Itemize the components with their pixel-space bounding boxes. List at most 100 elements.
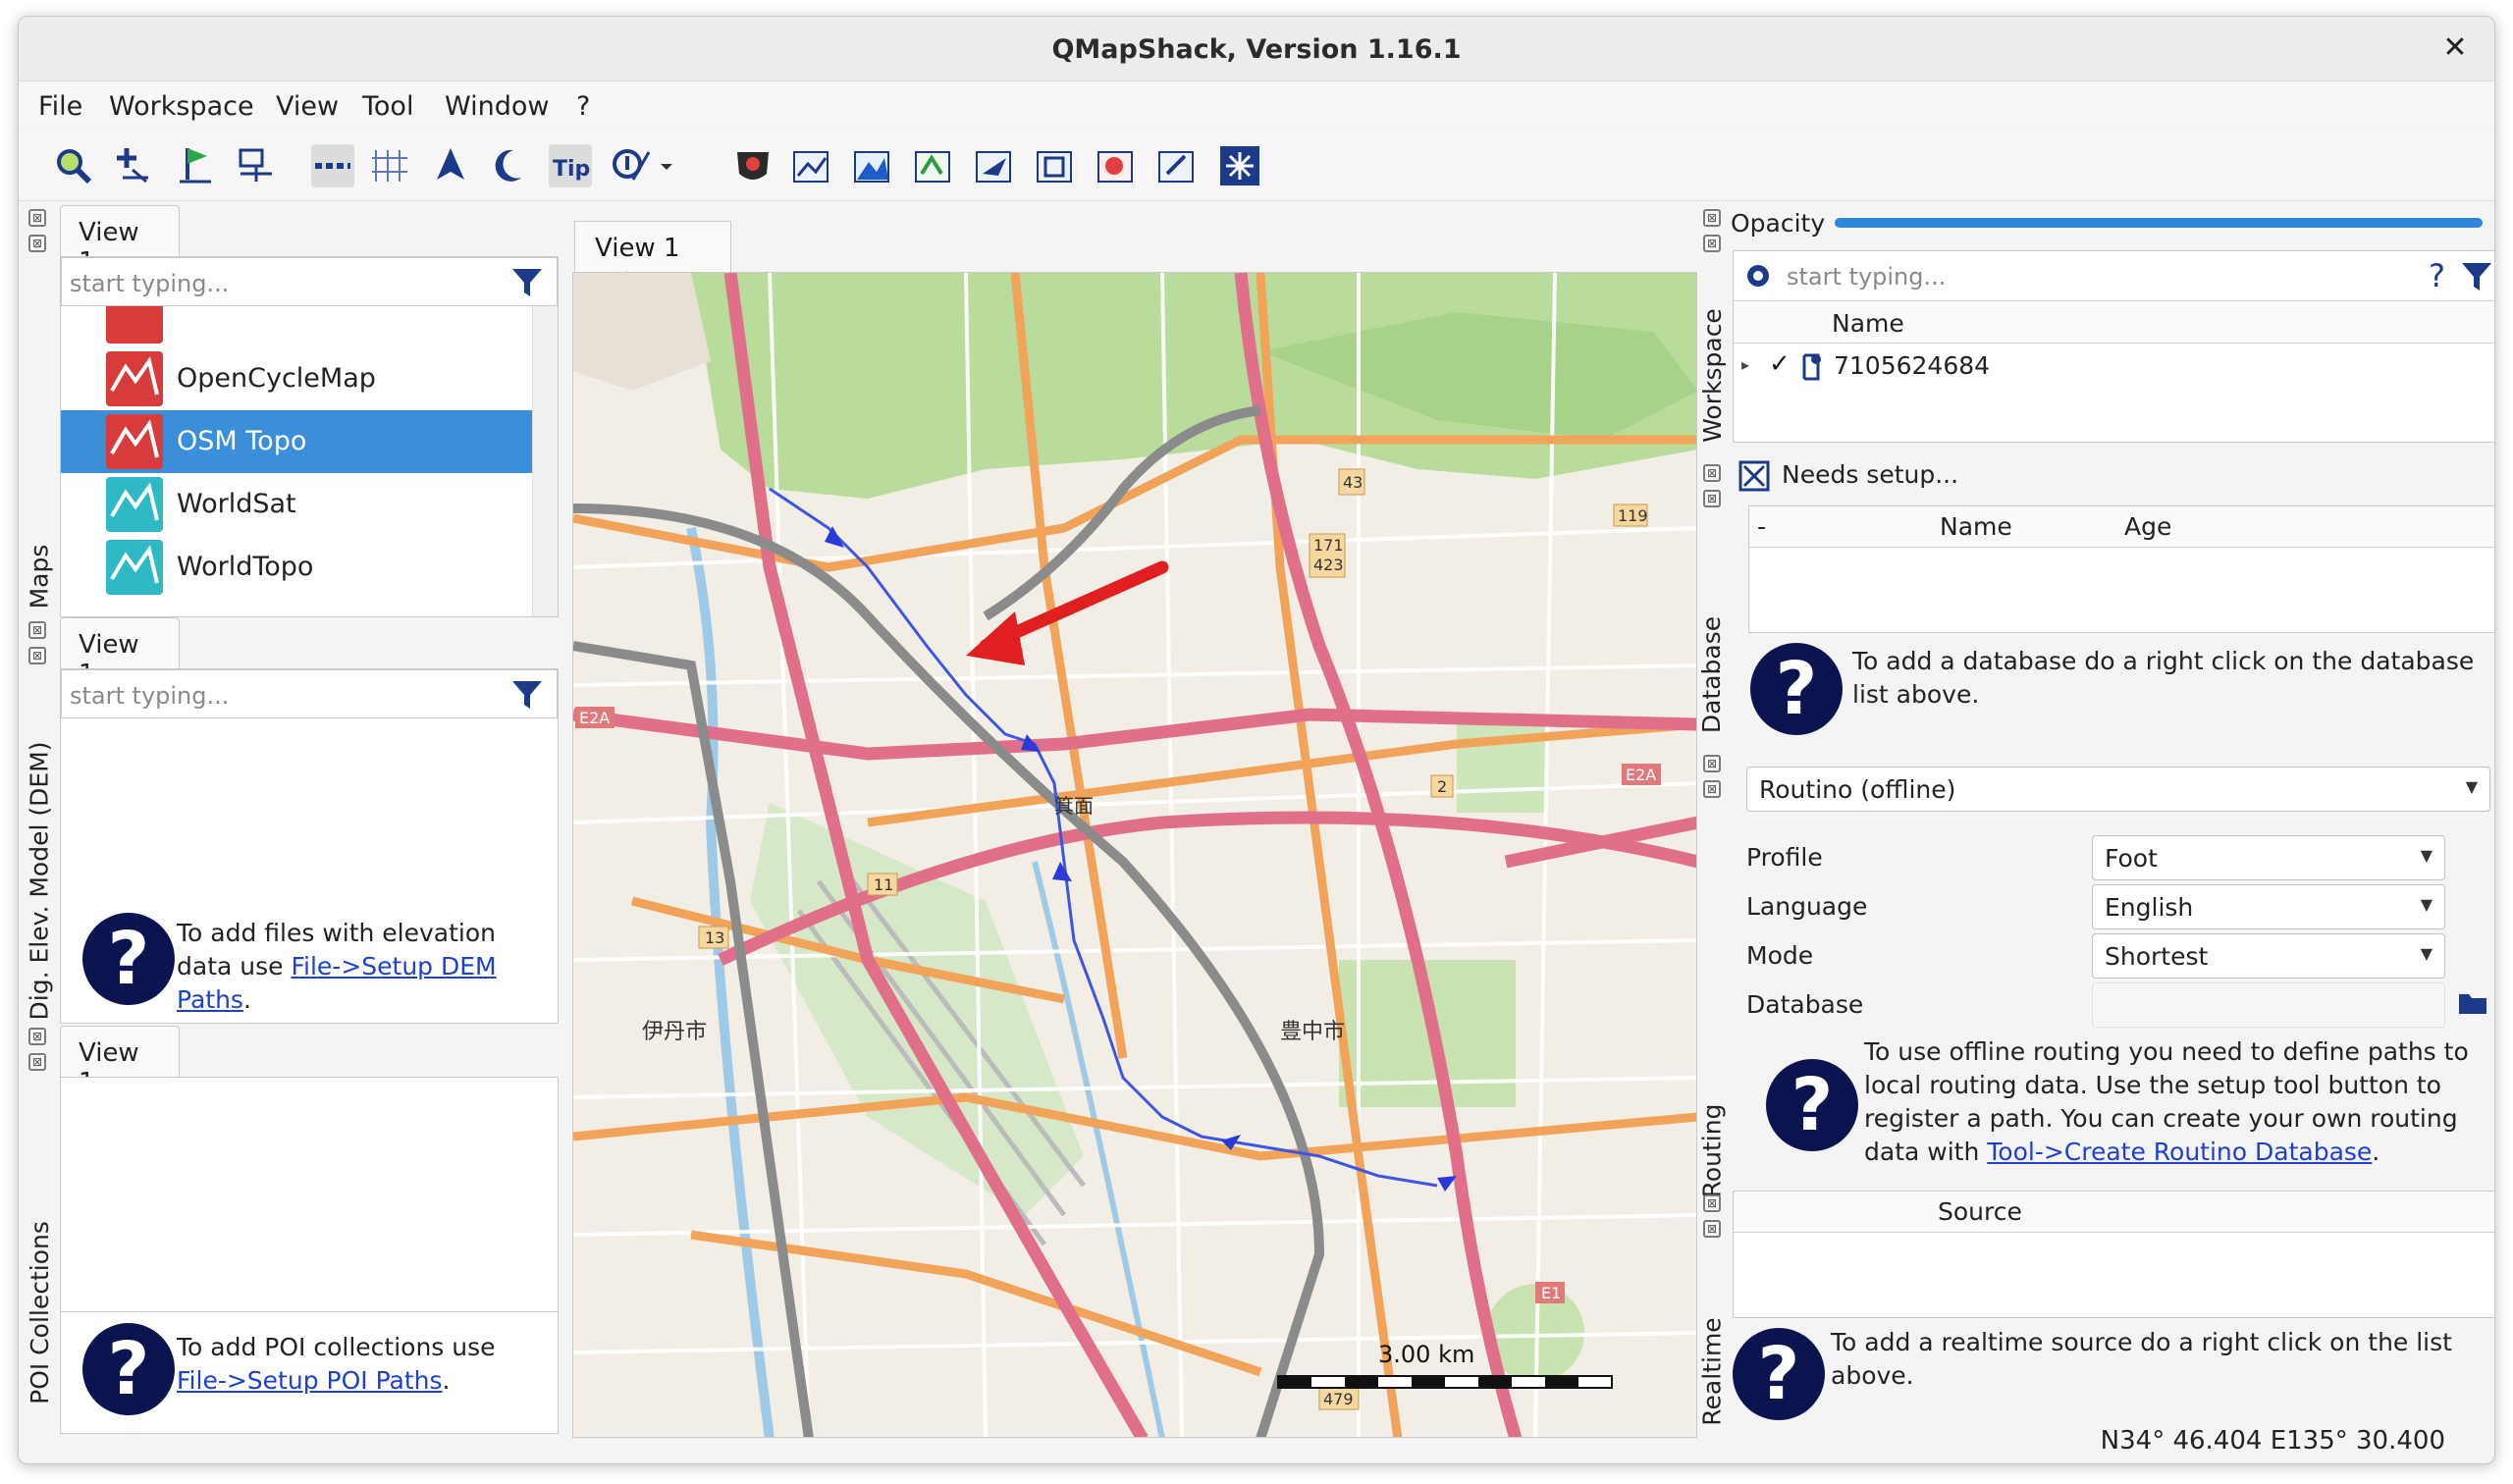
pointer-icon[interactable] <box>429 144 472 187</box>
toolbar: Tip <box>19 129 2494 201</box>
workspace-search-input[interactable]: start typing... <box>1779 251 2368 300</box>
database-dock-tab[interactable]: Database <box>1695 606 1729 743</box>
database-help-text: To add a database do a right click on th… <box>1852 647 2475 709</box>
dock-float-icon[interactable]: ⊠ <box>1703 209 1721 227</box>
realtime-icon[interactable] <box>1155 144 1199 187</box>
city-label-2: 豊中市 <box>1280 1020 1345 1044</box>
list-item-worldsat[interactable]: WorldSat <box>61 473 558 536</box>
gis-icon[interactable] <box>912 144 955 187</box>
maps-dock-tab[interactable]: Maps <box>23 478 56 674</box>
routing-engine-select[interactable]: Routino (offline) ▼ <box>1746 767 2490 812</box>
fullscreen-icon[interactable] <box>1218 144 1261 187</box>
dem-dock-tab[interactable]: Dig. Elev. Model (DEM) <box>23 723 56 1037</box>
poi-dock-tab[interactable]: POI Collections <box>23 1194 56 1430</box>
mode-select[interactable]: Shortest ▼ <box>2092 933 2445 979</box>
routing-dock-tab[interactable]: Routing <box>1695 1096 1729 1204</box>
dock-close-icon[interactable]: ⊠ <box>28 1053 46 1071</box>
map-drawing: 43 171423 119 E2A E2A 2 11 13 E1 479 伊丹市… <box>573 273 1696 1437</box>
checkbox[interactable]: ✓ <box>1769 349 1791 379</box>
track-profile-icon[interactable] <box>731 144 775 187</box>
dem-view-tab[interactable]: View 1 <box>60 617 180 689</box>
map-edit-icon[interactable] <box>790 144 833 187</box>
setup-poi-link[interactable]: File->Setup POI Paths <box>177 1366 443 1395</box>
route-2-label: 2 <box>1437 777 1447 796</box>
chevron-down-icon: ▼ <box>2420 944 2433 963</box>
database-col-name[interactable]: Name <box>1940 512 2012 541</box>
dock-float-icon[interactable]: ⊠ <box>1703 1194 1721 1212</box>
create-routino-link[interactable]: Tool->Create Routino Database <box>1987 1138 2372 1166</box>
dock-close-icon[interactable]: ⊠ <box>28 647 46 664</box>
dock-float-icon[interactable]: ⊠ <box>28 1028 46 1045</box>
map-icon <box>106 306 163 344</box>
menu-view[interactable]: View <box>276 91 339 122</box>
send-icon[interactable] <box>973 144 1016 187</box>
dock-float-icon[interactable]: ⊠ <box>1703 755 1721 772</box>
workspace-col-name[interactable]: Name <box>1832 309 1904 338</box>
map-canvas[interactable]: 43 171 423 119 E2A E2A 2 11 13 E1 479 伊丹市… <box>572 272 1697 1438</box>
list-item-worldtopo[interactable]: WorldTopo <box>61 536 558 599</box>
database-status-icon <box>1738 460 1770 492</box>
realtime-dock-tab[interactable]: Realtime <box>1695 1312 1729 1430</box>
maps-scrollbar[interactable] <box>532 306 558 616</box>
filter-icon[interactable] <box>2460 259 2493 292</box>
chevron-down-icon[interactable] <box>655 144 678 187</box>
workspace-row[interactable]: ▸ ✓ 7105624684 <box>1734 345 2494 389</box>
maps-view-tab[interactable]: View 1 <box>60 205 180 277</box>
dock-close-icon[interactable]: ⊠ <box>1703 490 1721 507</box>
add-track-icon[interactable] <box>235 144 278 187</box>
profile-select[interactable]: Foot ▼ <box>2092 835 2445 880</box>
menu-help[interactable]: ? <box>576 91 590 122</box>
dock-close-icon[interactable]: ⊠ <box>1703 1220 1721 1238</box>
dock-float-icon[interactable]: ⊠ <box>28 621 46 639</box>
help-glyph-icon[interactable]: ? <box>2429 257 2445 294</box>
close-icon[interactable]: ✕ <box>2437 30 2473 66</box>
opacity-slider[interactable] <box>1835 218 2483 228</box>
add-waypoint-icon[interactable] <box>113 144 156 187</box>
route-13-label: 13 <box>705 928 724 947</box>
menu-window[interactable]: Window <box>445 91 549 122</box>
database-list[interactable]: - Name Age <box>1748 505 2494 633</box>
chevron-down-icon: ▼ <box>2420 895 2433 914</box>
filter-icon[interactable] <box>510 265 544 298</box>
night-icon[interactable] <box>488 144 531 187</box>
dock-close-icon[interactable]: ⊠ <box>1703 235 1721 252</box>
status-coordinates: N34° 46.404 E135° 30.400 <box>2100 1426 2445 1456</box>
tooltip-icon[interactable]: Tip <box>549 144 592 187</box>
realtime-list[interactable]: Source <box>1733 1191 2494 1318</box>
route-479-label: 479 <box>1323 1390 1354 1408</box>
language-select[interactable]: English ▼ <box>2092 884 2445 929</box>
menu-workspace[interactable]: Workspace <box>109 91 254 122</box>
list-item-osm-topo[interactable]: OSM Topo <box>61 410 558 473</box>
dock-close-icon[interactable]: ⊠ <box>28 235 46 252</box>
database-col-age[interactable]: Age <box>2124 512 2171 541</box>
list-item-opencyclemap[interactable]: OpenCycleMap <box>61 347 558 410</box>
database-select[interactable] <box>2092 982 2445 1028</box>
help-icon: ? <box>82 1323 175 1415</box>
help-icon: ? <box>1750 643 1843 735</box>
add-route-icon[interactable] <box>174 144 217 187</box>
poi-panel: ? To add POI collections use File->Setup… <box>60 1077 559 1434</box>
grid-icon[interactable] <box>368 144 411 187</box>
search-icon <box>1747 265 1769 287</box>
dock-float-icon[interactable]: ⊠ <box>28 209 46 227</box>
menu-tool[interactable]: Tool <box>362 91 413 122</box>
ruler-icon[interactable] <box>311 144 354 187</box>
dem-icon[interactable] <box>851 144 894 187</box>
poi-view-tab[interactable]: View 1 <box>60 1026 180 1097</box>
device-icon[interactable] <box>1034 144 1077 187</box>
zoom-icon[interactable] <box>52 144 95 187</box>
workspace-icon[interactable] <box>1095 144 1138 187</box>
workspace-dock-tab[interactable]: Workspace <box>1695 301 1729 449</box>
menu-file[interactable]: File <box>38 91 82 122</box>
maps-search-input[interactable]: start typing... <box>61 257 558 306</box>
dem-search-input[interactable]: start typing... <box>61 669 558 718</box>
poi-icon[interactable] <box>610 144 653 187</box>
dock-float-icon[interactable]: ⊠ <box>1703 464 1721 482</box>
realtime-col-source[interactable]: Source <box>1938 1197 2022 1226</box>
expand-icon[interactable]: ▸ <box>1741 355 1749 374</box>
dock-close-icon[interactable]: ⊠ <box>1703 780 1721 798</box>
folder-icon[interactable] <box>2457 990 2488 1016</box>
list-item[interactable] <box>61 306 558 347</box>
filter-icon[interactable] <box>510 677 544 711</box>
map-view-tab[interactable]: View 1 ✕ <box>574 221 731 292</box>
